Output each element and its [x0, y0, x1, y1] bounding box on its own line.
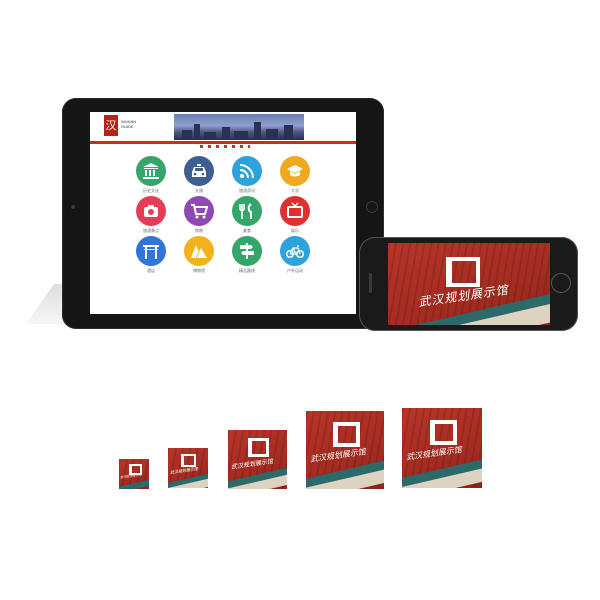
app-icon-size-4: 武汉规划展示馆: [306, 411, 384, 489]
graduation-cap-icon: [280, 156, 310, 186]
fork-knife-icon: [232, 196, 262, 226]
app-label: 娱乐: [291, 228, 299, 233]
app-item-traffic[interactable]: 交通: [183, 156, 215, 193]
bicycle-icon: [280, 236, 310, 266]
app-icon-size-5: 武汉规划展示馆: [402, 408, 482, 488]
app-item-shopping[interactable]: 购物: [183, 196, 215, 233]
museum-logo-mark: Ͻ: [446, 257, 480, 287]
app-label: 历史文化: [143, 188, 159, 193]
app-item-food[interactable]: 美食: [231, 196, 263, 233]
app-icon-title: 武汉规划展示馆: [230, 458, 274, 471]
tablet-device: 汉 WUHAN GUIDE 历史文化 交通 旅游资讯 大学 旅游景点 购物 美食…: [62, 98, 384, 329]
banner-pagination-dots[interactable]: [200, 145, 250, 148]
app-item-museum[interactable]: 博物馆: [183, 236, 215, 273]
city-banner-image[interactable]: [174, 114, 304, 140]
app-label: 酒店: [147, 268, 155, 273]
tv-icon: [280, 196, 310, 226]
tablet-screen: 汉 WUHAN GUIDE 历史文化 交通 旅游资讯 大学 旅游景点 购物 美食…: [90, 112, 356, 314]
app-icon-size-1: 武汉规划展示馆: [119, 459, 149, 489]
app-item-scenic[interactable]: 旅游景点: [135, 196, 167, 233]
app-label: 户外运动: [287, 268, 303, 273]
tablet-camera: [71, 205, 75, 209]
app-item-university[interactable]: 大学: [279, 156, 311, 193]
app-item-outdoor[interactable]: 户外运动: [279, 236, 311, 273]
app-label: 大学: [291, 188, 299, 193]
signpost-icon: [232, 236, 262, 266]
splash-artwork: Ͻ 武汉规划展示馆: [388, 243, 550, 325]
mountain-icon: [184, 236, 214, 266]
cart-icon: [184, 196, 214, 226]
brand-line-2: GUIDE: [121, 124, 134, 129]
app-logo[interactable]: 汉: [104, 115, 118, 136]
app-item-entertainment[interactable]: 娱乐: [279, 196, 311, 233]
phone-screen: Ͻ 武汉规划展示馆: [388, 243, 550, 325]
app-item-routes[interactable]: 精品路线: [231, 236, 263, 273]
app-item-history[interactable]: 历史文化: [135, 156, 167, 193]
phone-device: Ͻ 武汉规划展示馆: [359, 237, 578, 331]
camera-icon: [136, 196, 166, 226]
tablet-home-button[interactable]: [366, 201, 378, 213]
app-icon-title: 武汉规划展示馆: [309, 447, 367, 464]
app-label: 购物: [195, 228, 203, 233]
app-label: 美食: [243, 228, 251, 233]
brand-text: WUHAN GUIDE: [121, 119, 136, 129]
app-label: 交通: [195, 188, 203, 193]
app-item-info[interactable]: 旅游资讯: [231, 156, 263, 193]
phone-speaker: [369, 273, 372, 293]
header-divider: [90, 141, 356, 144]
app-label: 博物馆: [193, 268, 205, 273]
wifi-icon: [232, 156, 262, 186]
app-icon-size-2: 武汉规划展示馆: [168, 448, 208, 488]
bank-icon: [136, 156, 166, 186]
phone-home-button[interactable]: [551, 273, 571, 293]
app-icon-title: 武汉规划展示馆: [169, 466, 199, 475]
taxi-icon: [184, 156, 214, 186]
app-label: 旅游景点: [143, 228, 159, 233]
app-icon-title: 武汉规划展示馆: [405, 445, 463, 462]
app-icon-size-3: 武汉规划展示馆: [228, 430, 287, 489]
app-icon-title: 武汉规划展示馆: [119, 472, 142, 480]
app-label: 旅游资讯: [239, 188, 255, 193]
app-item-hotel[interactable]: 酒店: [135, 236, 167, 273]
app-header: 汉 WUHAN GUIDE: [90, 112, 356, 142]
gate-icon: [136, 236, 166, 266]
app-label: 精品路线: [239, 268, 255, 273]
